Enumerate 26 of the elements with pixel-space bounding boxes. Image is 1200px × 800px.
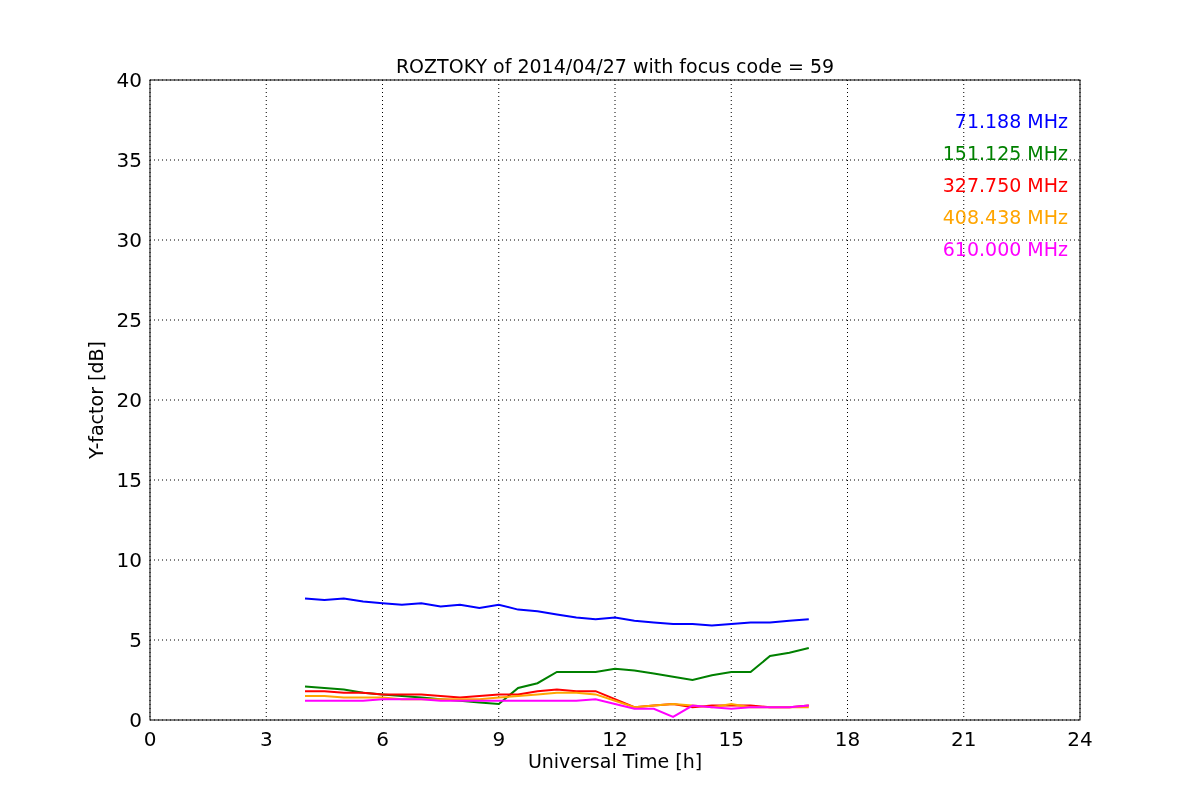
- tick-label: 12: [602, 727, 628, 751]
- tick-label: 18: [834, 727, 861, 751]
- tick-label: 5: [129, 628, 142, 652]
- legend-label: 71.188 MHz: [954, 110, 1068, 132]
- legend-label: 151.125 MHz: [942, 142, 1068, 164]
- tick-label: 20: [116, 388, 142, 412]
- tick-label: 6: [376, 727, 389, 751]
- tick-label: 35: [116, 148, 142, 172]
- tick-label: 30: [116, 228, 142, 252]
- tick-label: 15: [116, 468, 142, 492]
- legend-label: 408.438 MHz: [942, 206, 1068, 228]
- axis-label: Y-factor [dB]: [85, 341, 107, 459]
- tick-label: 21: [951, 727, 977, 751]
- tick-label: 3: [259, 727, 273, 751]
- tick-label: 15: [718, 727, 744, 751]
- tick-label: 9: [492, 727, 506, 751]
- tick-label: 24: [1067, 727, 1093, 751]
- tick-label: 10: [116, 548, 142, 572]
- tick-label: 25: [116, 308, 142, 332]
- tick-label: 0: [143, 727, 157, 751]
- tick-label: 0: [129, 708, 142, 732]
- legend-label: 327.750 MHz: [942, 174, 1068, 196]
- axis-label: Universal Time [h]: [527, 750, 703, 772]
- legend-label: 610.000 MHz: [942, 238, 1068, 260]
- tick-label: 40: [116, 68, 142, 92]
- chart-title: ROZTOKY of 2014/04/27 with focus code = 59: [395, 55, 835, 77]
